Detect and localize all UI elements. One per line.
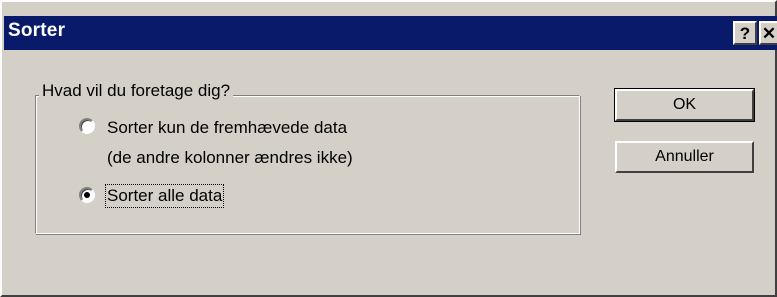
title-bar[interactable]: Sorter ? ✕	[4, 16, 777, 50]
dialog-title: Sorter	[8, 20, 66, 41]
close-button[interactable]: ✕	[759, 21, 777, 45]
radio-sort-all[interactable]	[79, 187, 95, 203]
radio-sort-all-label[interactable]: Sorter alle data	[104, 184, 225, 208]
cancel-button[interactable]: Annuller	[615, 141, 754, 173]
radio-sort-selected[interactable]	[79, 118, 95, 134]
groupbox-label: Hvad vil du foretage dig?	[39, 81, 234, 101]
radio-sort-selected-label[interactable]: Sorter kun de fremhævede data	[107, 118, 347, 138]
help-icon: ?	[739, 24, 751, 43]
help-button[interactable]: ?	[733, 21, 757, 45]
radio-selected-dot	[84, 192, 90, 198]
close-icon: ✕	[761, 24, 777, 43]
radio-sort-selected-sublabel[interactable]: (de andre kolonner ændres ikke)	[107, 148, 353, 168]
ok-button[interactable]: OK	[614, 88, 755, 122]
sort-dialog: Sorter ? ✕ Hvad vil du foretage dig? Sor…	[0, 0, 777, 297]
